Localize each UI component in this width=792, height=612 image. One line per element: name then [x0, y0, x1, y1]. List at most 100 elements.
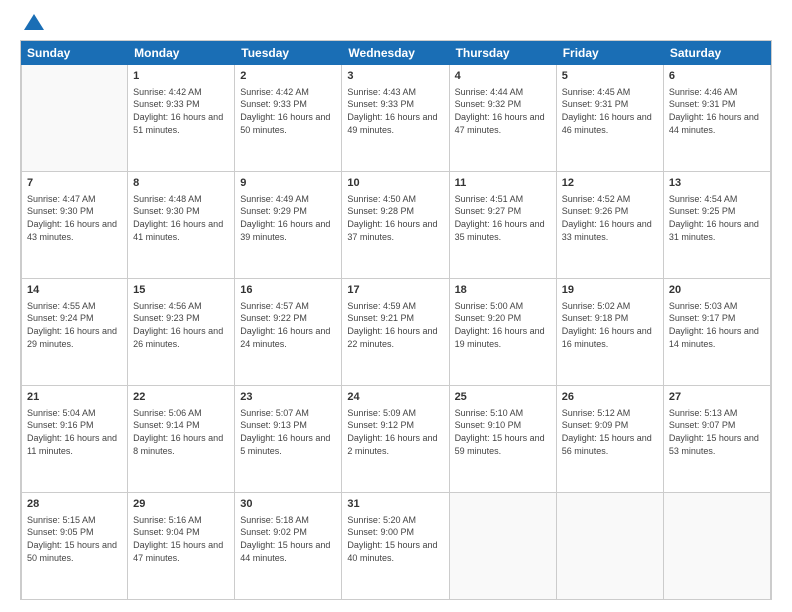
calendar-cell: 28 Sunrise: 5:15 AM Sunset: 9:05 PM Dayli…	[21, 493, 128, 599]
day-number: 21	[27, 390, 122, 405]
calendar-cell: 16 Sunrise: 4:57 AM Sunset: 9:22 PM Dayli…	[235, 279, 342, 385]
weekday-header-friday: Friday	[557, 41, 664, 65]
day-number: 29	[133, 497, 229, 512]
day-info: Sunrise: 5:18 AM Sunset: 9:02 PM Dayligh…	[240, 514, 336, 564]
calendar-cell: 10 Sunrise: 4:50 AM Sunset: 9:28 PM Dayli…	[342, 172, 449, 278]
calendar-cell: 22Sunrise: 5:06 AM Sunset: 9:14 PM Dayli…	[128, 386, 235, 492]
day-number: 22	[133, 390, 229, 405]
day-number: 31	[347, 497, 443, 512]
day-number: 19	[562, 283, 658, 298]
calendar-cell	[664, 493, 771, 599]
calendar-cell: 14Sunrise: 4:55 AM Sunset: 9:24 PM Dayli…	[21, 279, 128, 385]
calendar-cell: 6Sunrise: 4:46 AM Sunset: 9:31 PM Daylig…	[664, 65, 771, 171]
day-info: Sunrise: 4:55 AM Sunset: 9:24 PM Dayligh…	[27, 300, 122, 350]
day-number: 7	[27, 176, 122, 191]
weekday-header-monday: Monday	[128, 41, 235, 65]
day-number: 27	[669, 390, 765, 405]
logo-triangle-icon	[24, 14, 44, 30]
calendar-cell: 24Sunrise: 5:09 AM Sunset: 9:12 PM Dayli…	[342, 386, 449, 492]
calendar-cell: 5 Sunrise: 4:45 AM Sunset: 9:31 PM Daylig…	[557, 65, 664, 171]
header	[20, 16, 772, 32]
calendar: SundayMondayTuesdayWednesdayThursdayFrid…	[20, 40, 772, 600]
day-info: Sunrise: 4:42 AM Sunset: 9:33 PM Dayligh…	[240, 86, 336, 136]
day-info: Sunrise: 4:52 AM Sunset: 9:26 PM Dayligh…	[562, 193, 658, 243]
day-info: Sunrise: 4:47 AM Sunset: 9:30 PM Dayligh…	[27, 193, 122, 243]
day-number: 17	[347, 283, 443, 298]
calendar-cell: 30 Sunrise: 5:18 AM Sunset: 9:02 PM Dayli…	[235, 493, 342, 599]
calendar-outer: SundayMondayTuesdayWednesdayThursdayFrid…	[20, 40, 772, 600]
day-info: Sunrise: 4:42 AM Sunset: 9:33 PM Dayligh…	[133, 86, 229, 136]
day-number: 10	[347, 176, 443, 191]
day-info: Sunrise: 4:50 AM Sunset: 9:28 PM Dayligh…	[347, 193, 443, 243]
day-number: 13	[669, 176, 765, 191]
day-number: 26	[562, 390, 658, 405]
day-number: 4	[455, 69, 551, 84]
weekday-header-sunday: Sunday	[21, 41, 128, 65]
day-info: Sunrise: 5:04 AM Sunset: 9:16 PM Dayligh…	[27, 407, 122, 457]
day-info: Sunrise: 5:03 AM Sunset: 9:17 PM Dayligh…	[669, 300, 765, 350]
day-number: 23	[240, 390, 336, 405]
day-info: Sunrise: 5:09 AM Sunset: 9:12 PM Dayligh…	[347, 407, 443, 457]
calendar-cell: 20 Sunrise: 5:03 AM Sunset: 9:17 PM Dayli…	[664, 279, 771, 385]
day-number: 1	[133, 69, 229, 84]
logo	[20, 16, 44, 32]
day-info: Sunrise: 5:12 AM Sunset: 9:09 PM Dayligh…	[562, 407, 658, 457]
day-number: 5	[562, 69, 658, 84]
calendar-cell: 25 Sunrise: 5:10 AM Sunset: 9:10 PM Dayli…	[450, 386, 557, 492]
day-number: 3	[347, 69, 443, 84]
calendar-row-1: 7 Sunrise: 4:47 AM Sunset: 9:30 PM Daylig…	[21, 172, 771, 279]
calendar-row-0: 1 Sunrise: 4:42 AM Sunset: 9:33 PM Daylig…	[21, 65, 771, 172]
day-info: Sunrise: 5:20 AM Sunset: 9:00 PM Dayligh…	[347, 514, 443, 564]
calendar-cell: 18 Sunrise: 5:00 AM Sunset: 9:20 PM Dayli…	[450, 279, 557, 385]
day-number: 12	[562, 176, 658, 191]
calendar-cell: 3 Sunrise: 4:43 AM Sunset: 9:33 PM Daylig…	[342, 65, 449, 171]
calendar-cell: 1 Sunrise: 4:42 AM Sunset: 9:33 PM Daylig…	[128, 65, 235, 171]
calendar-body: 1 Sunrise: 4:42 AM Sunset: 9:33 PM Daylig…	[21, 65, 771, 599]
calendar-cell: 23 Sunrise: 5:07 AM Sunset: 9:13 PM Dayli…	[235, 386, 342, 492]
calendar-row-2: 14Sunrise: 4:55 AM Sunset: 9:24 PM Dayli…	[21, 279, 771, 386]
calendar-header: SundayMondayTuesdayWednesdayThursdayFrid…	[21, 41, 771, 65]
calendar-cell: 21 Sunrise: 5:04 AM Sunset: 9:16 PM Dayli…	[21, 386, 128, 492]
day-info: Sunrise: 5:07 AM Sunset: 9:13 PM Dayligh…	[240, 407, 336, 457]
day-number: 9	[240, 176, 336, 191]
calendar-cell: 27 Sunrise: 5:13 AM Sunset: 9:07 PM Dayli…	[664, 386, 771, 492]
day-number: 15	[133, 283, 229, 298]
weekday-header-wednesday: Wednesday	[342, 41, 449, 65]
day-info: Sunrise: 5:00 AM Sunset: 9:20 PM Dayligh…	[455, 300, 551, 350]
day-info: Sunrise: 4:48 AM Sunset: 9:30 PM Dayligh…	[133, 193, 229, 243]
calendar-cell: 29Sunrise: 5:16 AM Sunset: 9:04 PM Dayli…	[128, 493, 235, 599]
day-number: 11	[455, 176, 551, 191]
day-info: Sunrise: 5:13 AM Sunset: 9:07 PM Dayligh…	[669, 407, 765, 457]
calendar-cell: 13Sunrise: 4:54 AM Sunset: 9:25 PM Dayli…	[664, 172, 771, 278]
day-info: Sunrise: 5:02 AM Sunset: 9:18 PM Dayligh…	[562, 300, 658, 350]
calendar-cell: 9 Sunrise: 4:49 AM Sunset: 9:29 PM Daylig…	[235, 172, 342, 278]
day-number: 25	[455, 390, 551, 405]
day-number: 28	[27, 497, 122, 512]
day-info: Sunrise: 4:59 AM Sunset: 9:21 PM Dayligh…	[347, 300, 443, 350]
day-info: Sunrise: 4:57 AM Sunset: 9:22 PM Dayligh…	[240, 300, 336, 350]
day-info: Sunrise: 4:43 AM Sunset: 9:33 PM Dayligh…	[347, 86, 443, 136]
day-number: 20	[669, 283, 765, 298]
calendar-cell: 4Sunrise: 4:44 AM Sunset: 9:32 PM Daylig…	[450, 65, 557, 171]
calendar-cell: 8Sunrise: 4:48 AM Sunset: 9:30 PM Daylig…	[128, 172, 235, 278]
calendar-cell: 26 Sunrise: 5:12 AM Sunset: 9:09 PM Dayli…	[557, 386, 664, 492]
calendar-cell: 31 Sunrise: 5:20 AM Sunset: 9:00 PM Dayli…	[342, 493, 449, 599]
day-info: Sunrise: 4:49 AM Sunset: 9:29 PM Dayligh…	[240, 193, 336, 243]
day-number: 2	[240, 69, 336, 84]
calendar-cell: 19 Sunrise: 5:02 AM Sunset: 9:18 PM Dayli…	[557, 279, 664, 385]
day-info: Sunrise: 5:10 AM Sunset: 9:10 PM Dayligh…	[455, 407, 551, 457]
page: SundayMondayTuesdayWednesdayThursdayFrid…	[0, 0, 792, 612]
day-info: Sunrise: 5:15 AM Sunset: 9:05 PM Dayligh…	[27, 514, 122, 564]
calendar-row-3: 21 Sunrise: 5:04 AM Sunset: 9:16 PM Dayli…	[21, 386, 771, 493]
weekday-header-tuesday: Tuesday	[235, 41, 342, 65]
day-number: 16	[240, 283, 336, 298]
day-number: 6	[669, 69, 765, 84]
day-info: Sunrise: 4:45 AM Sunset: 9:31 PM Dayligh…	[562, 86, 658, 136]
calendar-cell: 2 Sunrise: 4:42 AM Sunset: 9:33 PM Daylig…	[235, 65, 342, 171]
day-number: 18	[455, 283, 551, 298]
day-info: Sunrise: 4:56 AM Sunset: 9:23 PM Dayligh…	[133, 300, 229, 350]
day-number: 30	[240, 497, 336, 512]
weekday-header-thursday: Thursday	[450, 41, 557, 65]
calendar-cell: 7 Sunrise: 4:47 AM Sunset: 9:30 PM Daylig…	[21, 172, 128, 278]
calendar-cell: 11Sunrise: 4:51 AM Sunset: 9:27 PM Dayli…	[450, 172, 557, 278]
